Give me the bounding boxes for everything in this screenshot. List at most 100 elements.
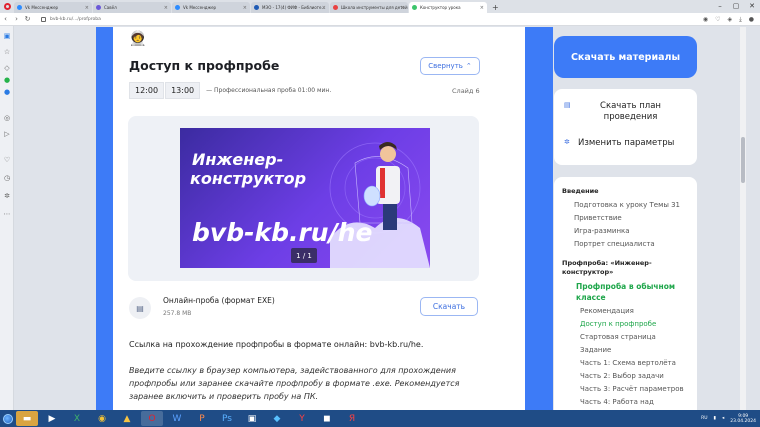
opera-sidebar: ▣ ☆ ◇ ● ● ◎ ▷ ♡ ◷ ✲ ⋯ — [0, 26, 14, 410]
tab-label: Школа инструменты для детей — [341, 5, 408, 10]
download-icon[interactable]: ⤓ — [739, 16, 742, 24]
toc-section-class[interactable]: Профпроба в обычном — [576, 282, 675, 291]
toc-item[interactable]: Задание — [580, 346, 611, 354]
file-attachment: ▤ Онлайн-проба (формат EXE) 257.8 MB Ска… — [129, 294, 479, 324]
change-params-link[interactable]: ✲ Изменить параметры — [564, 138, 674, 148]
taskbar: ▬ ▶ X ◉ ▲ O W P Ps ▣ ◆ Y ◼ Я RU ▮ ◂ 9:09… — [0, 410, 760, 427]
tray-volume-icon[interactable]: ◂ — [722, 416, 724, 421]
collapse-button[interactable]: Свернуть ⌃ — [420, 57, 480, 75]
star-icon[interactable]: ☆ — [3, 48, 11, 56]
chrome-icon[interactable]: ◉ — [91, 411, 113, 426]
toc-item-active[interactable]: Доступ к профпробе — [580, 320, 656, 328]
browser-tab[interactable]: Vk Мессенджер × — [14, 2, 92, 13]
download-materials-button[interactable]: Скачать материалы — [554, 36, 697, 78]
toc-section-intro[interactable]: Введение — [562, 187, 599, 195]
toc-item[interactable]: Приветствие — [574, 214, 622, 222]
tab-close-icon[interactable]: × — [401, 5, 405, 11]
heart-icon[interactable]: ♡ — [3, 156, 11, 164]
address-bar-tools: ◉ ♡ ◈ ⤓ ● — [703, 13, 754, 26]
apps-icon[interactable]: ◇ — [3, 64, 11, 72]
tab-favicon-icon — [96, 5, 101, 10]
download-plan-link[interactable]: ▤ Скачать план проведения — [564, 101, 687, 123]
new-tab-button[interactable]: + — [492, 2, 499, 13]
photoshop-icon[interactable]: Ps — [216, 411, 238, 426]
powerpoint-icon[interactable]: P — [191, 411, 213, 426]
toc-item[interactable]: Часть 3: Расчёт параметров — [580, 385, 684, 393]
toc-item[interactable]: Часть 2: Выбор задачи — [580, 372, 664, 380]
banner-title-line1: Инженер- — [192, 150, 284, 169]
browser-tab[interactable]: МЭО - 17(4) ФИФ - Библиоте... × — [251, 2, 329, 13]
whatsapp-icon[interactable]: ● — [3, 76, 11, 84]
browser-tab-active[interactable]: Конструктор урока × — [409, 2, 487, 13]
toc-item[interactable]: Подготовка к уроку Темы 31 — [574, 201, 680, 209]
tab-label: Савёл — [104, 5, 117, 10]
toc-item[interactable]: Игра-разминка — [574, 227, 630, 235]
document-icon: ▤ — [564, 101, 571, 109]
tab-close-icon[interactable]: × — [243, 5, 247, 11]
lesson-paragraph: Ссылка на прохождение профпробы в формат… — [129, 340, 424, 349]
clock-date: 23.04.2024 — [730, 418, 756, 424]
toc-item[interactable]: Часть 1: Схема вертолёта — [580, 359, 676, 367]
reload-icon[interactable]: ↻ — [22, 15, 33, 23]
close-window-button[interactable]: ✕ — [744, 0, 760, 13]
home-icon[interactable]: ▣ — [3, 32, 11, 40]
toc-section-class-cont: классе — [576, 293, 606, 302]
toc-item[interactable]: Часть 4: Работа над — [580, 398, 654, 406]
tab-close-icon[interactable]: × — [85, 5, 89, 11]
app-icon[interactable]: ▣ — [241, 411, 263, 426]
send-icon[interactable]: ▷ — [3, 130, 11, 138]
yandex-icon[interactable]: Я — [341, 411, 363, 426]
slide-banner[interactable]: Инженер- конструктор bvb-kb.ru/he 1 / 1 — [180, 128, 430, 268]
drive-icon[interactable]: ▲ — [116, 411, 138, 426]
extensions-icon[interactable]: ◈ — [727, 16, 732, 23]
toc-section-probe-cont: конструктор» — [562, 268, 614, 276]
bookmark-heart-icon[interactable]: ♡ — [715, 16, 720, 23]
instagram-icon[interactable]: ◎ — [3, 114, 11, 122]
forward-arrow-icon[interactable]: › — [11, 15, 22, 23]
tab-label: Vk Мессенджер — [25, 5, 59, 10]
tab-close-icon[interactable]: × — [164, 5, 168, 11]
media-player-icon[interactable]: ▶ — [41, 411, 63, 426]
slide-preview-card: Инженер- конструктор bvb-kb.ru/he 1 / 1 — [128, 116, 479, 281]
camera-icon[interactable]: ◉ — [703, 16, 708, 23]
browser-tab[interactable]: Vk Мессенджер × — [172, 2, 250, 13]
page-scrollbar[interactable] — [740, 27, 746, 410]
tab-close-icon[interactable]: × — [480, 5, 484, 11]
toc-section-probe[interactable]: Профпроба: «Инженер- — [562, 259, 652, 267]
scrollbar-thumb[interactable] — [741, 137, 745, 183]
tray-network-icon[interactable]: ▮ — [713, 416, 715, 421]
browser-tab[interactable]: Школа инструменты для детей × — [330, 2, 408, 13]
banner-url: bvb-kb.ru/he — [192, 218, 373, 247]
app-icon[interactable]: ◆ — [266, 411, 288, 426]
yandex-browser-icon[interactable]: Y — [291, 411, 313, 426]
toc-item[interactable]: Рекомендация — [580, 307, 634, 315]
messenger-icon[interactable]: ● — [3, 88, 11, 96]
word-icon[interactable]: W — [166, 411, 188, 426]
opera-taskbar-icon[interactable]: O — [141, 411, 163, 426]
toc-item[interactable]: Портрет специалиста — [574, 240, 655, 248]
actions-card: ▤ Скачать план проведения ✲ Изменить пар… — [554, 89, 697, 165]
start-button[interactable] — [0, 410, 16, 427]
history-icon[interactable]: ◷ — [3, 174, 11, 182]
collapse-label: Свернуть — [428, 62, 463, 70]
minimize-button[interactable]: – — [712, 0, 728, 13]
app-icon[interactable]: ◼ — [316, 411, 338, 426]
download-file-button[interactable]: Скачать — [420, 297, 478, 316]
browser-tab[interactable]: Савёл × — [93, 2, 171, 13]
astronaut-emoji-icon: 🧑‍🚀 — [129, 31, 147, 47]
toc-item[interactable]: Стартовая страница — [580, 333, 656, 341]
profile-icon[interactable]: ● — [749, 16, 754, 23]
more-icon[interactable]: ⋯ — [3, 210, 11, 218]
opera-logo-icon[interactable] — [0, 0, 14, 13]
clock[interactable]: 9:09 23.04.2024 — [730, 414, 756, 424]
tab-close-icon[interactable]: × — [322, 5, 326, 11]
settings-gear-icon[interactable]: ✲ — [3, 192, 11, 200]
download-plan-label: Скачать план проведения — [600, 101, 661, 122]
excel-icon[interactable]: X — [66, 411, 88, 426]
slide-number: Слайд 6 — [452, 87, 480, 95]
back-arrow-icon[interactable]: ‹ — [0, 15, 11, 23]
tray-language[interactable]: RU — [701, 416, 707, 421]
maximize-button[interactable]: ▢ — [728, 0, 744, 13]
url-field[interactable]: bvb-kb.ru/.../profproba — [41, 16, 101, 22]
explorer-icon[interactable]: ▬ — [16, 411, 38, 426]
